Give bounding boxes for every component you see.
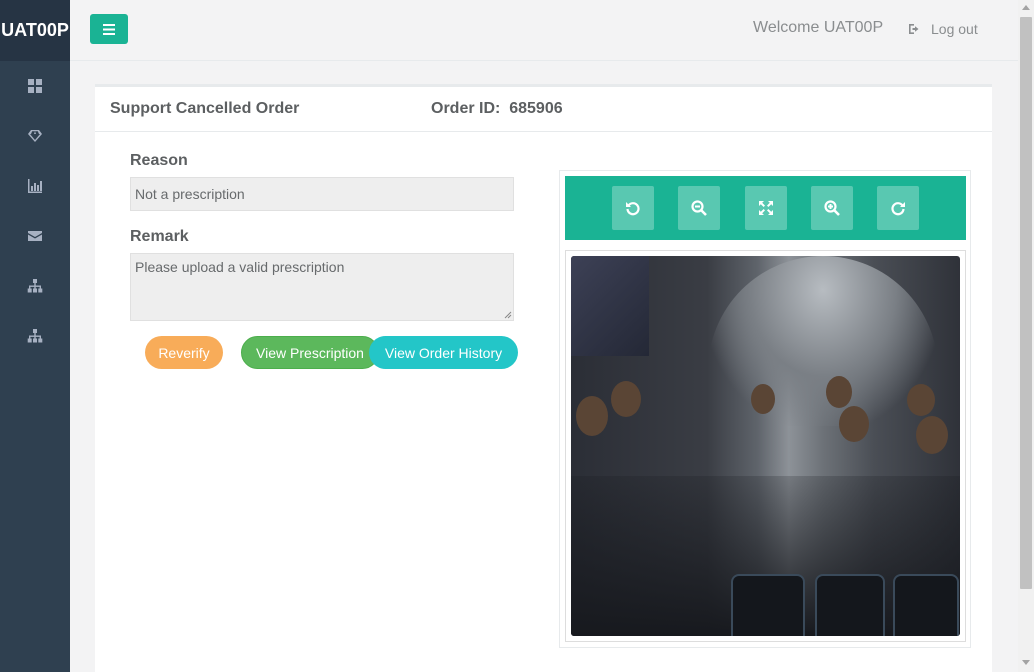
cancelled-order-panel: Support Cancelled Order Order ID: 685906…: [95, 84, 992, 672]
rotate-right-icon: [891, 202, 905, 216]
page-scrollbar[interactable]: [1018, 0, 1034, 672]
viewer-toolbar: [565, 176, 966, 240]
brand-logo[interactable]: UAT00P: [0, 0, 70, 61]
fit-expand-icon: [759, 201, 773, 215]
order-id-display: Order ID: 685906: [431, 100, 563, 118]
view-order-history-button[interactable]: View Order History: [369, 336, 518, 369]
hamburger-icon: [103, 23, 115, 35]
sign-out-icon: [909, 24, 919, 34]
rotate-left-button[interactable]: [612, 186, 654, 230]
remark-text: Please upload a valid prescription: [135, 259, 345, 275]
logout-link[interactable]: Log out: [908, 21, 978, 37]
rotate-right-button[interactable]: [877, 186, 919, 230]
prescription-viewer: [559, 170, 971, 648]
sitemap-icon: [27, 329, 43, 343]
prescription-image[interactable]: [571, 256, 960, 636]
sidebar: UAT00P: [0, 0, 70, 672]
zoom-out-icon: [691, 200, 707, 216]
diamond-icon: [28, 130, 42, 142]
reason-label: Reason: [130, 152, 188, 169]
bar-chart-icon: [28, 179, 42, 193]
prescription-image-frame: [565, 250, 966, 642]
sidebar-item-messages[interactable]: [0, 211, 70, 261]
order-id-label: Order ID:: [431, 100, 501, 117]
envelope-icon: [28, 231, 42, 241]
scrollbar-thumb[interactable]: [1020, 17, 1032, 589]
sitemap-icon: [27, 279, 43, 293]
reverify-button[interactable]: Reverify: [145, 336, 223, 369]
page-title: Support Cancelled Order: [110, 100, 300, 117]
remark-label: Remark: [130, 228, 189, 245]
scroll-down-arrow-icon[interactable]: [1022, 660, 1030, 665]
sidebar-item-hierarchy[interactable]: [0, 261, 70, 311]
remark-textarea[interactable]: Please upload a valid prescription: [130, 253, 514, 321]
top-navbar: Welcome UAT00P Log out: [70, 0, 1018, 61]
sidebar-item-reports[interactable]: [0, 161, 70, 211]
menu-toggle-button[interactable]: [90, 14, 128, 44]
zoom-in-button[interactable]: [811, 186, 853, 230]
scroll-up-arrow-icon[interactable]: [1022, 5, 1030, 10]
rotate-left-icon: [626, 202, 640, 216]
resize-grip-icon[interactable]: [504, 311, 512, 319]
view-prescription-button[interactable]: View Prescription: [241, 336, 379, 369]
panel-header: Support Cancelled Order Order ID: 685906: [95, 87, 992, 132]
dashboard-icon: [28, 79, 42, 93]
fit-screen-button[interactable]: [745, 186, 787, 230]
welcome-message: Welcome UAT00P: [753, 19, 884, 36]
logout-label: Log out: [931, 21, 978, 37]
order-id-value: 685906: [509, 100, 563, 117]
reason-field[interactable]: Not a prescription: [130, 177, 514, 211]
sidebar-item-dashboard[interactable]: [0, 61, 70, 111]
zoom-out-button[interactable]: [678, 186, 720, 230]
sidebar-item-hierarchy-2[interactable]: [0, 311, 70, 361]
zoom-in-icon: [824, 200, 840, 216]
sidebar-item-diamond[interactable]: [0, 111, 70, 161]
